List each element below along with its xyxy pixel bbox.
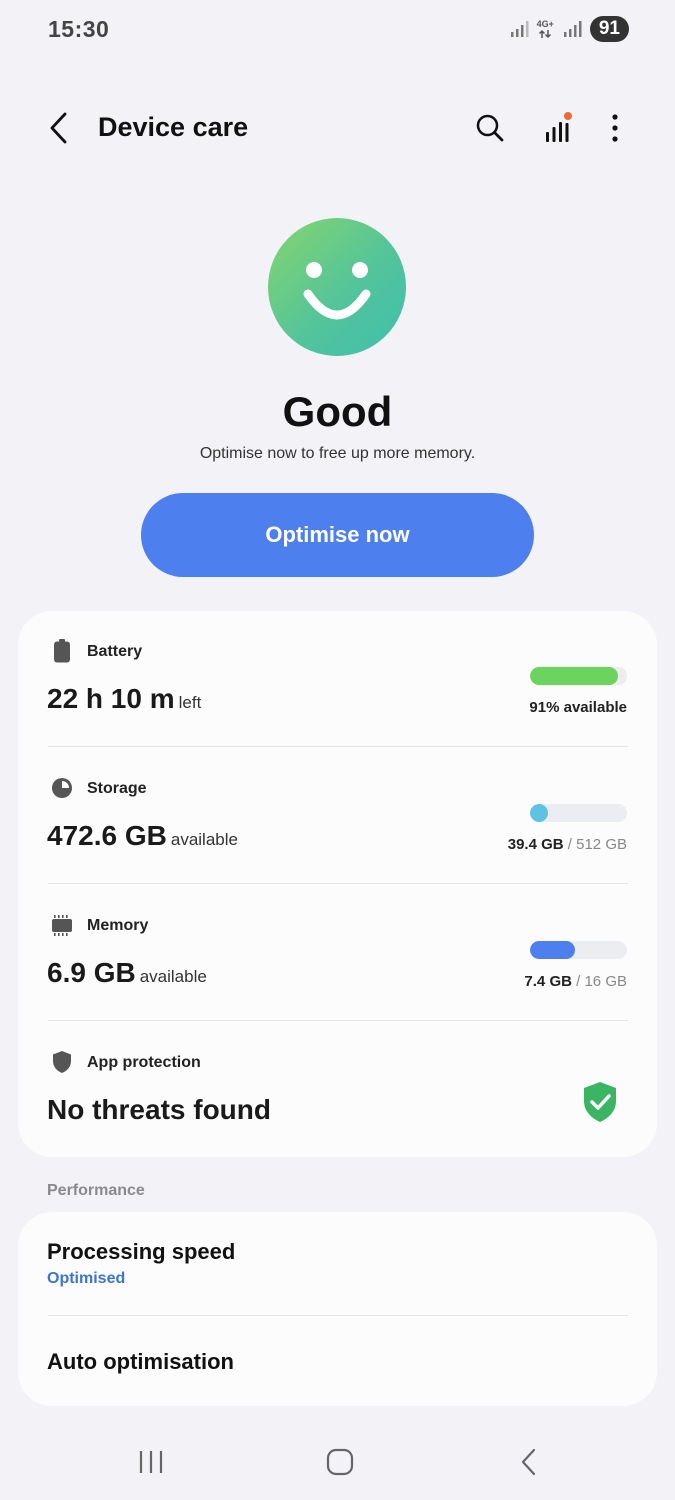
storage-usage-fill	[530, 804, 548, 822]
battery-icon	[50, 639, 74, 663]
performance-section-label: Performance	[47, 1182, 145, 1199]
storage-unit: available	[170, 830, 238, 849]
search-button[interactable]	[470, 108, 510, 148]
storage-value: 472.6 GB available	[47, 820, 238, 852]
storage-usage-text: 39.4 GB / 512 GB	[508, 836, 627, 853]
storage-total: 512 GB	[576, 836, 627, 853]
storage-row[interactable]: Storage 472.6 GB available 39.4 GB / 512 …	[18, 748, 657, 884]
battery-available: 91% available	[529, 699, 627, 716]
memory-separator: /	[571, 973, 585, 990]
battery-level-fill	[530, 667, 618, 685]
divider	[48, 746, 628, 747]
memory-label: Memory	[87, 917, 149, 934]
system-navigation-bar	[0, 1430, 675, 1500]
battery-row[interactable]: Battery 22 h 10 m left 91% available	[18, 611, 657, 747]
processing-speed-row[interactable]: Processing speed Optimised	[18, 1212, 657, 1315]
memory-usage-text: 7.4 GB / 16 GB	[524, 973, 627, 990]
memory-available-amount: 6.9 GB	[47, 957, 136, 988]
notification-dot-icon	[564, 112, 572, 120]
memory-usage-bar	[530, 941, 627, 959]
memory-row[interactable]: Memory 6.9 GB available 7.4 GB / 16 GB	[18, 885, 657, 1021]
storage-separator: /	[563, 836, 577, 853]
app-protection-status: No threats found	[47, 1094, 271, 1125]
status-indicators: 4G+ 91	[509, 16, 629, 42]
back-nav-button[interactable]	[504, 1442, 554, 1482]
battery-unit: left	[178, 693, 202, 712]
divider	[48, 1020, 628, 1021]
battery-time: 22 h 10 m	[47, 683, 175, 714]
processing-speed-title: Processing speed	[47, 1239, 236, 1264]
protected-check-shield-icon	[581, 1080, 619, 1129]
back-button[interactable]	[40, 108, 76, 148]
status-smiley-icon	[268, 218, 406, 356]
more-vertical-icon	[612, 114, 618, 142]
memory-value: 6.9 GB available	[47, 957, 207, 989]
shield-icon	[50, 1050, 74, 1074]
memory-usage-fill	[530, 941, 575, 959]
home-icon	[326, 1448, 354, 1476]
recent-apps-icon	[139, 1451, 163, 1473]
storage-label: Storage	[87, 780, 147, 797]
memory-chip-icon	[50, 913, 74, 937]
status-bar: 15:30 4G+ 91	[0, 0, 675, 60]
search-icon	[476, 114, 504, 142]
battery-value: 22 h 10 m left	[47, 683, 201, 715]
back-nav-icon	[521, 1448, 536, 1476]
app-protection-label: App protection	[87, 1054, 201, 1071]
battery-indicator: 91	[589, 16, 629, 42]
back-arrow-icon	[50, 112, 67, 144]
signal-icon-2	[563, 21, 582, 37]
battery-level-bar	[530, 667, 627, 685]
divider	[48, 883, 628, 884]
storage-available-amount: 472.6 GB	[47, 820, 167, 851]
memory-total: 16 GB	[584, 973, 627, 990]
network-type-icon: 4G+	[536, 18, 554, 39]
network-type-label: 4G+	[536, 18, 554, 29]
device-care-summary-card: Battery 22 h 10 m left 91% available Stor…	[18, 611, 657, 1157]
storage-usage-bar	[530, 804, 627, 822]
device-status-subtitle: Optimise now to free up more memory.	[199, 445, 476, 462]
memory-unit: available	[139, 967, 207, 986]
optimise-now-button[interactable]: Optimise now	[141, 493, 534, 577]
app-protection-row[interactable]: App protection No threats found	[18, 1022, 657, 1157]
device-status-title: Good	[282, 388, 393, 435]
processing-speed-status: Optimised	[47, 1270, 126, 1287]
battery-label: Battery	[87, 643, 143, 660]
auto-optimisation-row[interactable]: Auto optimisation	[18, 1316, 657, 1406]
storage-used: 39.4 GB	[507, 836, 564, 853]
status-time: 15:30	[48, 16, 110, 42]
page-title: Device care	[98, 112, 249, 142]
memory-used: 7.4 GB	[524, 973, 572, 990]
performance-card: Processing speed Optimised Auto optimisa…	[18, 1212, 657, 1406]
bar-chart-icon	[546, 112, 572, 142]
auto-optimisation-title: Auto optimisation	[47, 1349, 234, 1374]
more-options-button[interactable]	[595, 108, 635, 148]
signal-icon	[510, 21, 529, 37]
diagnostics-button[interactable]	[537, 108, 577, 148]
data-arrows-icon	[539, 29, 552, 38]
app-header: Device care	[0, 100, 675, 156]
storage-pie-icon	[50, 776, 74, 800]
home-button[interactable]	[315, 1442, 365, 1482]
recent-apps-button[interactable]	[126, 1442, 176, 1482]
